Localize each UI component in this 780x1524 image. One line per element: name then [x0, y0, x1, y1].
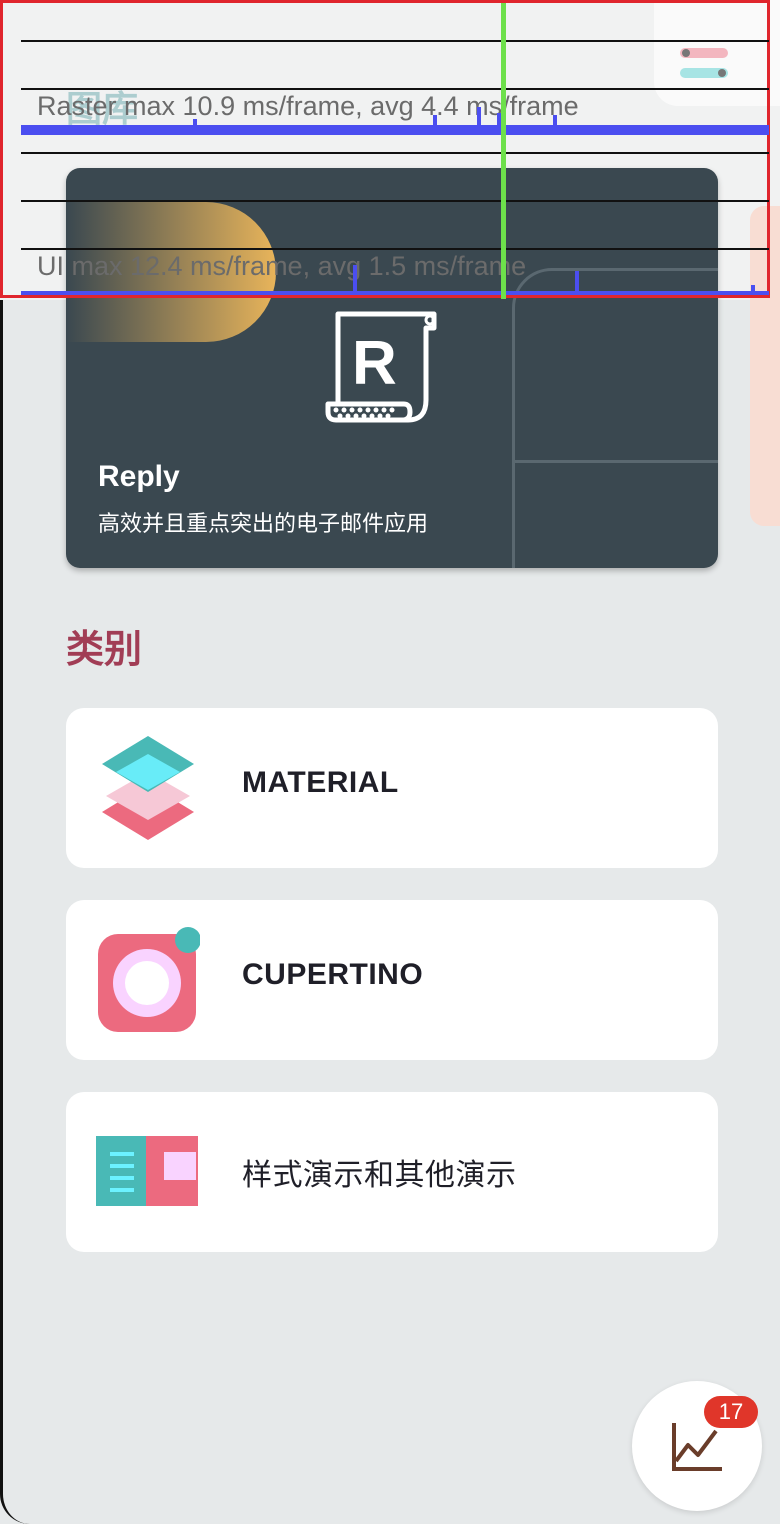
material-icon	[102, 736, 194, 840]
next-card-peek[interactable]	[750, 206, 780, 526]
category-label: MATERIAL	[242, 766, 399, 799]
category-other-demos[interactable]: 样式演示和其他演示	[66, 1092, 718, 1252]
category-material[interactable]: MATERIAL	[66, 708, 718, 868]
reply-logo-letter: R	[352, 329, 397, 398]
page-title: 图库	[66, 89, 139, 130]
cupertino-icon	[98, 927, 200, 1032]
settings-toggle-icon[interactable]	[680, 48, 728, 78]
decorative-pane	[512, 460, 718, 568]
category-label: CUPERTINO	[242, 958, 424, 991]
featured-subtitle: 高效并且重点突出的电子邮件应用	[98, 512, 429, 537]
category-cupertino[interactable]: CUPERTINO	[66, 900, 718, 1060]
section-title-categories: 类别	[66, 627, 143, 671]
chart-icon	[672, 1423, 722, 1471]
category-label: 样式演示和其他演示	[242, 1158, 517, 1193]
reply-logo-icon: R	[325, 311, 437, 423]
notch	[255, 0, 505, 2]
featured-reply-card[interactable]: R Reply 高效并且重点突出的电子邮件应用	[66, 168, 718, 568]
notification-badge: 17	[704, 1396, 758, 1428]
other-demos-icon	[96, 1136, 198, 1206]
featured-title: Reply	[98, 460, 180, 493]
decorative-blob	[66, 202, 276, 342]
